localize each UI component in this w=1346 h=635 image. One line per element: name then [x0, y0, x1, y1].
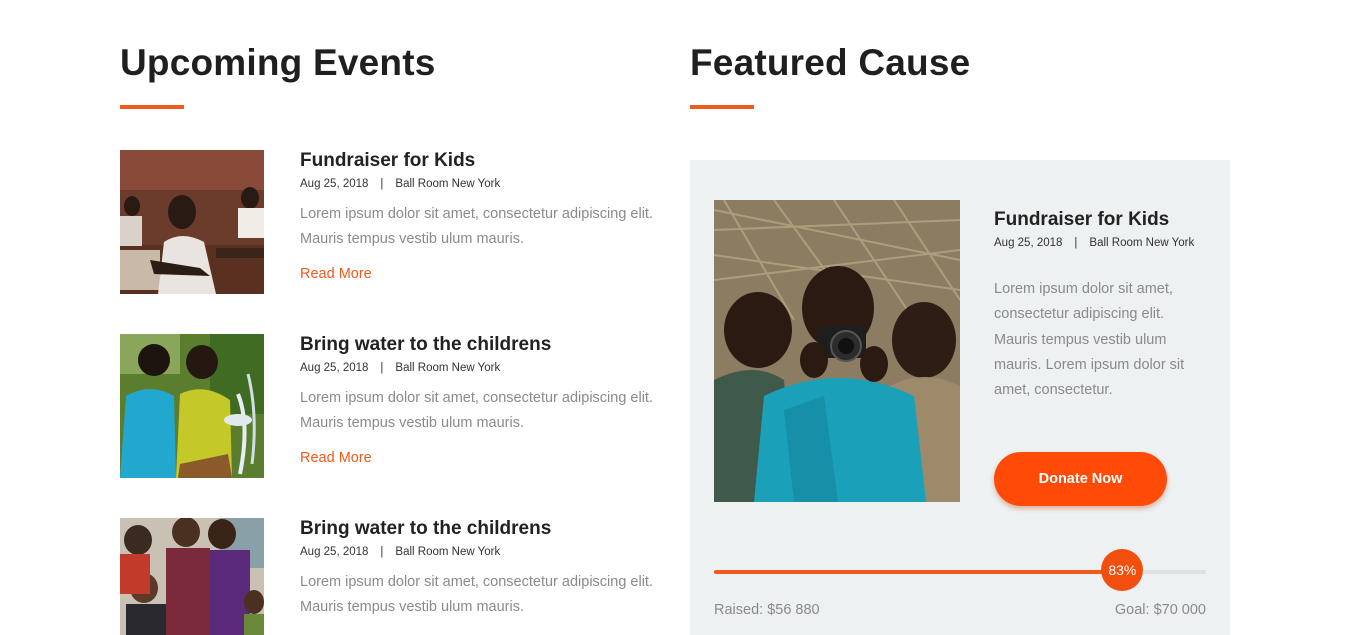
featured-cause-image[interactable] — [714, 200, 960, 502]
group-of-smiling-children-image — [120, 518, 264, 635]
featured-cause-underline — [690, 105, 754, 109]
event-meta: Aug 25, 2018 | Ball Room New York — [300, 362, 500, 374]
event-date: Aug 25, 2018 — [300, 546, 369, 558]
event-date: Aug 25, 2018 — [300, 362, 369, 374]
meta-separator: | — [380, 362, 384, 374]
event-location: Ball Room New York — [395, 178, 501, 190]
raised-amount: Raised: $56 880 — [714, 602, 820, 618]
event-excerpt: Lorem ipsum dolor sit amet, consectetur … — [300, 574, 653, 615]
event-excerpt: Lorem ipsum dolor sit amet, consectetur … — [300, 206, 653, 247]
donation-progress-percent: 83% — [1101, 549, 1144, 591]
event-date: Aug 25, 2018 — [300, 178, 369, 190]
event-title[interactable]: Bring water to the childrens — [300, 518, 551, 540]
event-meta: Aug 25, 2018 | Ball Room New York — [300, 546, 500, 558]
children-playing-with-water-image — [120, 334, 264, 478]
boy-with-camera-image — [714, 200, 960, 502]
donation-progress-fill — [714, 570, 1123, 574]
event-card: Bring water to the childrens Aug 25, 201… — [120, 518, 660, 635]
event-title[interactable]: Bring water to the childrens — [300, 334, 551, 356]
featured-cause-card: Fundraiser for Kids Aug 25, 2018 | Ball Ro… — [690, 160, 1230, 635]
featured-cause-location: Ball Room New York — [1089, 237, 1195, 249]
meta-separator: | — [380, 178, 384, 190]
donate-now-button[interactable]: Donate Now — [994, 452, 1167, 506]
event-thumbnail[interactable] — [120, 518, 264, 635]
featured-cause-title: Featured Cause — [690, 42, 971, 83]
featured-cause-name[interactable]: Fundraiser for Kids — [994, 209, 1169, 231]
events-list: Fundraiser for Kids Aug 25, 2018 | Ball Ro… — [120, 0, 660, 635]
children-in-classroom-image — [120, 150, 264, 294]
event-location: Ball Room New York — [395, 546, 501, 558]
read-more-link[interactable]: Read More — [300, 266, 372, 282]
event-meta: Aug 25, 2018 | Ball Room New York — [300, 178, 500, 190]
featured-cause-meta: Aug 25, 2018 | Ball Room New York — [994, 237, 1194, 249]
event-thumbnail[interactable] — [120, 150, 264, 294]
event-thumbnail[interactable] — [120, 334, 264, 478]
event-card: Bring water to the childrens Aug 25, 201… — [120, 334, 660, 478]
event-card: Fundraiser for Kids Aug 25, 2018 | Ball Ro… — [120, 150, 660, 294]
meta-separator: | — [1074, 237, 1078, 249]
goal-amount: Goal: $70 000 — [1114, 602, 1206, 618]
event-excerpt: Lorem ipsum dolor sit amet, consectetur … — [300, 390, 653, 431]
donation-progress-bar: 83% — [714, 549, 1206, 591]
read-more-link[interactable]: Read More — [300, 450, 372, 466]
event-location: Ball Room New York — [395, 362, 501, 374]
meta-separator: | — [380, 546, 384, 558]
featured-cause-description: Lorem ipsum dolor sit amet, consectetur … — [994, 281, 1185, 399]
featured-cause-date: Aug 25, 2018 — [994, 237, 1063, 249]
event-title[interactable]: Fundraiser for Kids — [300, 150, 475, 172]
